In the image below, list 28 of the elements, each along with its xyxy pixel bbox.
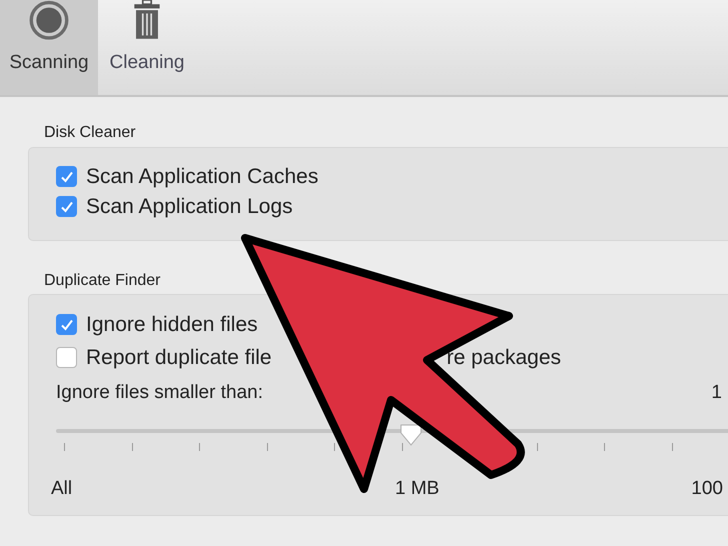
section-title: Disk Cleaner bbox=[43, 123, 137, 143]
tick-mark bbox=[334, 443, 335, 451]
option-label: Report duplicate file bbox=[86, 344, 272, 371]
checkbox[interactable] bbox=[56, 347, 77, 368]
tick-mark bbox=[604, 443, 605, 451]
tick-mark bbox=[536, 443, 538, 451]
tick-mark bbox=[199, 443, 200, 451]
slider-thumb[interactable] bbox=[399, 423, 423, 447]
option-label: re packages bbox=[446, 344, 562, 371]
size-value: 1 bbox=[711, 380, 722, 405]
checkbox[interactable] bbox=[56, 166, 77, 187]
checkmark-icon bbox=[60, 170, 74, 184]
toolbar-tab[interactable]: Scanning bbox=[0, 0, 98, 95]
option-label: Scan Application Logs bbox=[86, 194, 293, 220]
slider-label: 1 MB bbox=[395, 477, 440, 501]
section-title: Duplicate Finder bbox=[43, 271, 162, 291]
size-label: Ignore files smaller than: bbox=[56, 380, 263, 405]
option-label: Ignore hidden files bbox=[86, 312, 258, 338]
option-label: Scan Application Caches bbox=[86, 164, 318, 190]
toolbar-tab[interactable]: Cleaning bbox=[98, 0, 196, 95]
checkmark-icon bbox=[60, 200, 74, 214]
slider-label: All bbox=[51, 477, 74, 501]
tick-mark bbox=[266, 443, 268, 451]
tick-mark bbox=[64, 443, 65, 451]
checkbox[interactable] bbox=[56, 314, 77, 335]
slider-label: 100 bbox=[691, 477, 723, 501]
checkmark-icon bbox=[60, 318, 74, 332]
checkbox[interactable] bbox=[56, 196, 77, 217]
